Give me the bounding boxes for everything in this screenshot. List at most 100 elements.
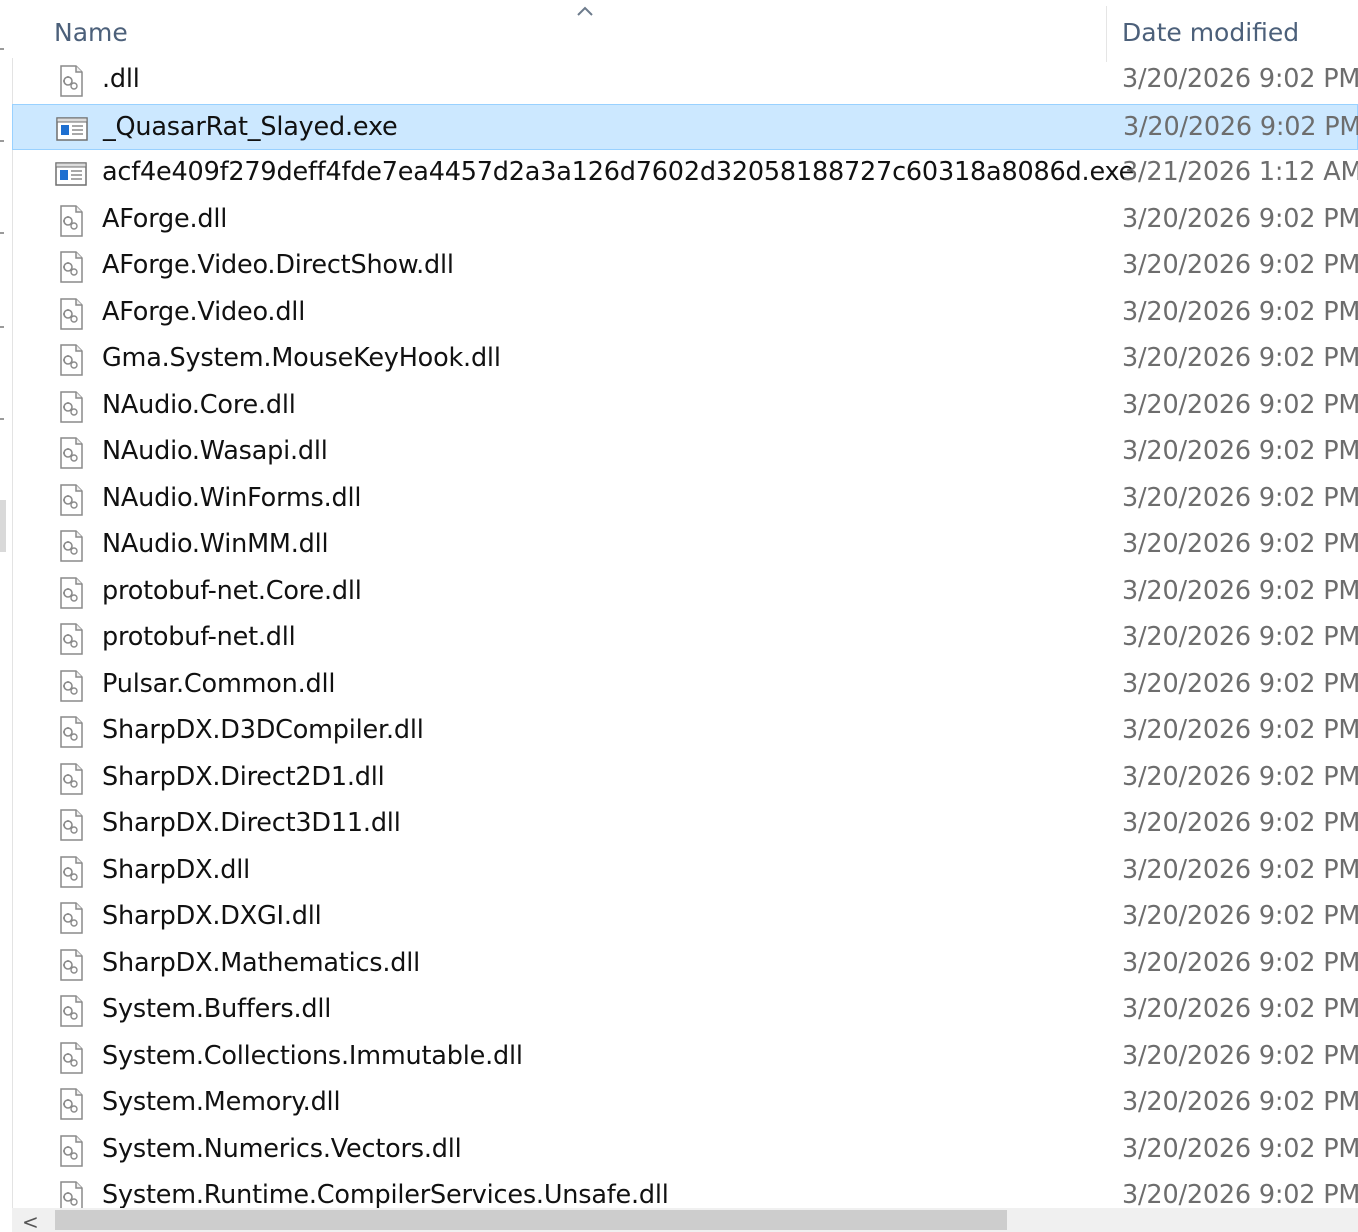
dll-file-icon [54, 669, 88, 703]
file-date-modified: 3/20/2026 9:02 PM [1122, 947, 1358, 978]
dll-file-icon [54, 715, 88, 749]
file-name: NAudio.Core.dll [102, 389, 296, 420]
file-date-modified: 3/20/2026 9:02 PM [1122, 436, 1358, 466]
file-row[interactable]: System.Numerics.Vectors.dll 3/20/2026 9:0… [12, 1127, 1358, 1174]
file-explorer-details-view: Name Date modified .dll 3/20/2026 9:02 PM… [0, 0, 1358, 1232]
file-name: SharpDX.Mathematics.dll [102, 947, 421, 978]
scrollbar-thumb[interactable] [55, 1210, 1007, 1230]
file-row[interactable]: _QuasarRat_Slayed.exe 3/20/2026 9:02 PM [12, 103, 1358, 150]
column-divider[interactable] [1106, 6, 1107, 62]
file-name: SharpDX.D3DCompiler.dll [102, 715, 424, 745]
tree-tick [0, 232, 4, 234]
file-row[interactable]: System.Collections.Immutable.dll 3/20/202… [12, 1034, 1358, 1081]
file-name: protobuf-net.Core.dll [102, 575, 362, 606]
file-date-modified: 3/20/2026 9:02 PM [1122, 343, 1358, 373]
file-name: AForge.Video.dll [102, 296, 306, 327]
file-row[interactable]: System.Memory.dll 3/20/2026 9:02 PM [12, 1080, 1358, 1127]
file-name: SharpDX.Direct3D11.dll [102, 808, 401, 838]
file-date-modified: 3/20/2026 9:02 PM [1122, 529, 1358, 559]
file-row[interactable]: NAudio.WinForms.dll 3/20/2026 9:02 PM [12, 476, 1358, 523]
pane-splitter[interactable] [0, 500, 6, 552]
application-file-icon [55, 112, 89, 146]
file-name: NAudio.WinForms.dll [102, 482, 362, 513]
file-date-modified: 3/20/2026 9:02 PM [1122, 1040, 1358, 1071]
file-row[interactable]: SharpDX.D3DCompiler.dll 3/20/2026 9:02 PM [12, 708, 1358, 755]
file-name: acf4e409f279deff4fde7ea4457d2a3a126d7602… [102, 157, 1135, 187]
file-name: AForge.Video.DirectShow.dll [102, 250, 454, 280]
file-row[interactable]: SharpDX.dll 3/20/2026 9:02 PM [12, 848, 1358, 895]
application-file-icon [54, 157, 88, 191]
file-date-modified: 3/20/2026 9:02 PM [1122, 1133, 1358, 1164]
file-row[interactable]: SharpDX.Mathematics.dll 3/20/2026 9:02 PM [12, 941, 1358, 988]
file-name: protobuf-net.dll [102, 622, 296, 652]
file-date-modified: 3/20/2026 9:02 PM [1122, 296, 1358, 327]
tree-tick [0, 140, 4, 142]
file-date-modified: 3/20/2026 9:02 PM [1122, 250, 1358, 280]
file-row[interactable]: NAudio.WinMM.dll 3/20/2026 9:02 PM [12, 522, 1358, 569]
file-name: _QuasarRat_Slayed.exe [103, 111, 398, 142]
file-name: System.Memory.dll [102, 1087, 341, 1117]
file-row[interactable]: acf4e409f279deff4fde7ea4457d2a3a126d7602… [12, 150, 1358, 197]
dll-file-icon [54, 622, 88, 656]
file-name: System.Runtime.CompilerServices.Unsafe.d… [102, 1180, 669, 1210]
file-name: System.Buffers.dll [102, 994, 332, 1024]
file-row[interactable]: SharpDX.Direct2D1.dll 3/20/2026 9:02 PM [12, 755, 1358, 802]
dll-file-icon [54, 855, 88, 889]
dll-file-icon [54, 64, 88, 98]
file-row[interactable]: NAudio.Wasapi.dll 3/20/2026 9:02 PM [12, 429, 1358, 476]
file-row[interactable]: protobuf-net.dll 3/20/2026 9:02 PM [12, 615, 1358, 662]
dll-file-icon [54, 436, 88, 470]
file-name: NAudio.Wasapi.dll [102, 436, 328, 466]
file-name: SharpDX.Direct2D1.dll [102, 761, 385, 792]
file-date-modified: 3/20/2026 9:02 PM [1122, 715, 1358, 745]
dll-file-icon [54, 250, 88, 284]
chevron-up-icon [577, 6, 593, 16]
dll-file-icon [54, 762, 88, 796]
file-row[interactable]: SharpDX.DXGI.dll 3/20/2026 9:02 PM [12, 894, 1358, 941]
file-name: Gma.System.MouseKeyHook.dll [102, 343, 501, 373]
column-header-bar: Name Date modified [12, 0, 1358, 62]
dll-file-icon [54, 994, 88, 1028]
file-row[interactable]: Pulsar.Common.dll 3/20/2026 9:02 PM [12, 662, 1358, 709]
file-row[interactable]: AForge.dll 3/20/2026 9:02 PM [12, 197, 1358, 244]
dll-file-icon [54, 576, 88, 610]
tree-tick [0, 418, 4, 420]
file-date-modified: 3/20/2026 9:02 PM [1122, 203, 1358, 234]
dll-file-icon [54, 483, 88, 517]
file-row[interactable]: System.Buffers.dll 3/20/2026 9:02 PM [12, 987, 1358, 1034]
file-date-modified: 3/20/2026 9:02 PM [1122, 854, 1358, 885]
horizontal-scrollbar[interactable]: < [12, 1208, 1358, 1232]
file-name: SharpDX.DXGI.dll [102, 901, 322, 931]
file-date-modified: 3/20/2026 9:02 PM [1122, 389, 1358, 420]
dll-file-icon [54, 204, 88, 238]
chevron-left-icon[interactable]: < [22, 1210, 39, 1232]
file-name: System.Numerics.Vectors.dll [102, 1133, 462, 1164]
file-row[interactable]: AForge.Video.DirectShow.dll 3/20/2026 9:0… [12, 243, 1358, 290]
file-date-modified: 3/20/2026 9:02 PM [1122, 994, 1358, 1024]
file-date-modified: 3/20/2026 9:02 PM [1122, 622, 1358, 652]
file-date-modified: 3/20/2026 9:02 PM [1122, 575, 1358, 606]
file-date-modified: 3/20/2026 9:02 PM [1122, 761, 1358, 792]
file-date-modified: 3/20/2026 9:02 PM [1122, 64, 1358, 94]
file-name: AForge.dll [102, 203, 228, 234]
dll-file-icon [54, 948, 88, 982]
file-row[interactable]: SharpDX.Direct3D11.dll 3/20/2026 9:02 PM [12, 801, 1358, 848]
file-row[interactable]: Gma.System.MouseKeyHook.dll 3/20/2026 9:0… [12, 336, 1358, 383]
file-row[interactable]: protobuf-net.Core.dll 3/20/2026 9:02 PM [12, 569, 1358, 616]
file-name: NAudio.WinMM.dll [102, 529, 329, 559]
file-date-modified: 3/21/2026 1:12 AM [1122, 157, 1358, 187]
file-name: .dll [102, 64, 140, 94]
file-row[interactable]: AForge.Video.dll 3/20/2026 9:02 PM [12, 290, 1358, 337]
file-row[interactable]: .dll 3/20/2026 9:02 PM [12, 57, 1358, 104]
file-date-modified: 3/20/2026 9:02 PM [1122, 901, 1358, 931]
dll-file-icon [54, 390, 88, 424]
column-header-date-modified[interactable]: Date modified [1122, 18, 1299, 47]
file-date-modified: 3/20/2026 9:02 PM [1122, 668, 1358, 699]
column-header-name[interactable]: Name [54, 18, 128, 47]
dll-file-icon [54, 1041, 88, 1075]
dll-file-icon [54, 297, 88, 331]
file-list: .dll 3/20/2026 9:02 PM _QuasarRat_Slayed.… [12, 57, 1358, 1220]
file-date-modified: 3/20/2026 9:02 PM [1122, 808, 1358, 838]
file-row[interactable]: NAudio.Core.dll 3/20/2026 9:02 PM [12, 383, 1358, 430]
dll-file-icon [54, 901, 88, 935]
